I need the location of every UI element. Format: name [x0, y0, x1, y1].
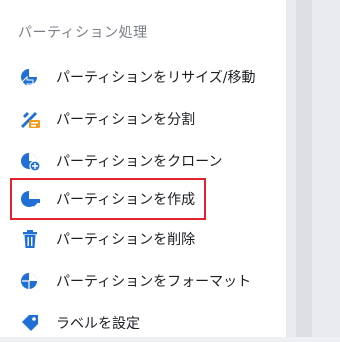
section-title: パーティション処理 [18, 25, 148, 41]
menu-item-label: パーティションを作成 [56, 192, 196, 208]
create-icon [18, 187, 42, 211]
format-icon [18, 269, 42, 293]
menu-item-label: パーティションを削除 [56, 232, 196, 248]
menu-item-format[interactable]: パーティションをフォーマット [12, 262, 284, 300]
scrollbar[interactable] [296, 0, 312, 337]
menu-item-label: パーティションをリサイズ/移動 [56, 70, 256, 86]
resize-move-icon [18, 65, 42, 89]
split-icon [18, 107, 42, 131]
menu-item-label: パーティションをクローン [56, 154, 223, 170]
clone-icon [18, 149, 42, 173]
right-pane-edge [286, 0, 340, 337]
menu-item-resize-move[interactable]: パーティションをリサイズ/移動 [12, 58, 284, 96]
menu-item-set-label[interactable]: ラベルを設定 [12, 304, 284, 342]
menu-item-split[interactable]: パーティションを分割 [12, 100, 284, 138]
operations-panel: パーティション処理 パーティションをリサイズ/移動 パーティションを分割 パーテ… [0, 0, 286, 337]
trash-icon [18, 227, 42, 251]
menu-item-delete[interactable]: パーティションを削除 [12, 220, 284, 258]
menu-item-label: ラベルを設定 [56, 316, 140, 332]
tag-icon [18, 311, 42, 335]
menu-item-label: パーティションをフォーマット [56, 274, 252, 290]
menu-item-clone[interactable]: パーティションをクローン [12, 142, 284, 180]
menu-item-create[interactable]: パーティションを作成 [10, 178, 206, 220]
menu-item-label: パーティションを分割 [56, 112, 196, 128]
